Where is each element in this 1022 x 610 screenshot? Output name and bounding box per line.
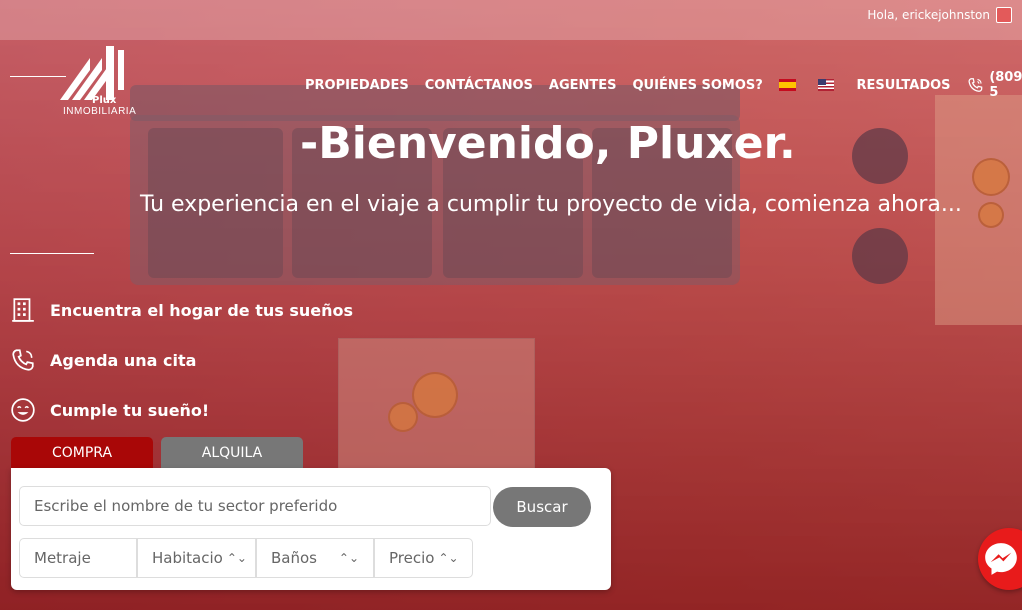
flag-us-icon[interactable] xyxy=(817,79,835,91)
search-card: Buscar Metraje Habitacio ⌃⌄ Baños ⌃⌄ Pre… xyxy=(11,468,611,590)
flag-es-icon[interactable] xyxy=(778,79,796,91)
metraje-placeholder: Metraje xyxy=(34,549,91,567)
search-filters: Metraje Habitacio ⌃⌄ Baños ⌃⌄ Precio ⌃⌄ xyxy=(19,538,473,578)
feature-label: Encuentra el hogar de tus sueños xyxy=(50,300,354,320)
avatar[interactable] xyxy=(996,7,1012,23)
feature-label: Agenda una cita xyxy=(50,350,197,370)
phone-icon xyxy=(12,349,34,371)
logo-name: Plux xyxy=(92,95,117,106)
background-chair xyxy=(852,128,908,184)
habitaciones-label: Habitacio xyxy=(152,549,223,567)
background-bowl xyxy=(412,372,458,418)
background-chair xyxy=(852,228,908,284)
banos-label: Baños xyxy=(271,549,317,567)
nav-quienes-somos[interactable]: QUIÉNES SOMOS? xyxy=(633,78,763,93)
chevron-updown-icon: ⌃⌄ xyxy=(338,551,359,565)
background-bowl xyxy=(978,202,1004,228)
tab-compra[interactable]: COMPRA xyxy=(11,437,153,468)
chevron-updown-icon: ⌃⌄ xyxy=(226,551,247,565)
phone-link[interactable]: (809)540-5 xyxy=(967,70,1022,100)
precio-select[interactable]: Precio ⌃⌄ xyxy=(374,538,473,578)
search-input[interactable] xyxy=(19,486,491,526)
precio-label: Precio xyxy=(389,549,435,567)
search-tabs: COMPRA ALQUILA xyxy=(11,437,303,468)
feature-item: Encuentra el hogar de tus sueños xyxy=(10,285,353,335)
hero-subtitle: Tu experiencia en el viaje a cumplir tu … xyxy=(140,192,962,217)
hero-title: -Bienvenido, Pluxer. xyxy=(300,118,796,169)
feature-list: Encuentra el hogar de tus sueños Agenda … xyxy=(10,285,353,435)
nav-agentes[interactable]: AGENTES xyxy=(549,78,617,93)
phone-icon xyxy=(968,78,982,92)
nav-propiedades[interactable]: PROPIEDADES xyxy=(305,78,409,93)
nav-contactanos[interactable]: CONTÁCTANOS xyxy=(425,78,533,93)
building-icon xyxy=(12,298,34,322)
metraje-field[interactable]: Metraje xyxy=(19,538,137,578)
chevron-updown-icon: ⌃⌄ xyxy=(438,551,459,565)
divider xyxy=(10,253,94,254)
feature-item: Cumple tu sueño! xyxy=(10,385,353,435)
messenger-icon xyxy=(985,543,1017,575)
logo-subtitle: INMOBILIARIA xyxy=(63,106,137,117)
feature-item: Agenda una cita xyxy=(10,335,353,385)
user-greeting[interactable]: Hola, erickejohnston xyxy=(867,8,990,22)
nav-resultados[interactable]: RESULTADOS xyxy=(856,78,950,93)
phone-number: (809)540-5 xyxy=(989,70,1022,100)
background-bowl xyxy=(388,402,418,432)
banos-select[interactable]: Baños ⌃⌄ xyxy=(256,538,374,578)
feature-label: Cumple tu sueño! xyxy=(50,400,210,420)
background-bowl xyxy=(972,158,1010,196)
user-menu[interactable]: Hola, erickejohnston xyxy=(867,7,1012,23)
logo[interactable]: Plux INMOBILIARIA xyxy=(10,40,136,120)
main-nav: PROPIEDADES CONTÁCTANOS AGENTES QUIÉNES … xyxy=(305,70,1022,100)
habitaciones-select[interactable]: Habitacio ⌃⌄ xyxy=(137,538,256,578)
tab-alquila[interactable]: ALQUILA xyxy=(161,437,303,468)
messenger-button[interactable] xyxy=(978,528,1022,590)
smile-icon xyxy=(11,398,35,422)
search-button[interactable]: Buscar xyxy=(493,487,591,527)
